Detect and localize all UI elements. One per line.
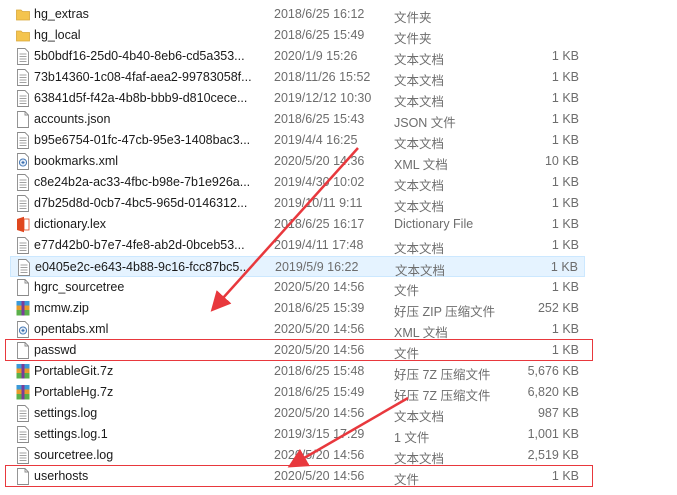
arrow-to-userhosts xyxy=(287,396,409,468)
annotation-arrows xyxy=(210,147,409,468)
arrow-to-passwd xyxy=(210,147,359,312)
